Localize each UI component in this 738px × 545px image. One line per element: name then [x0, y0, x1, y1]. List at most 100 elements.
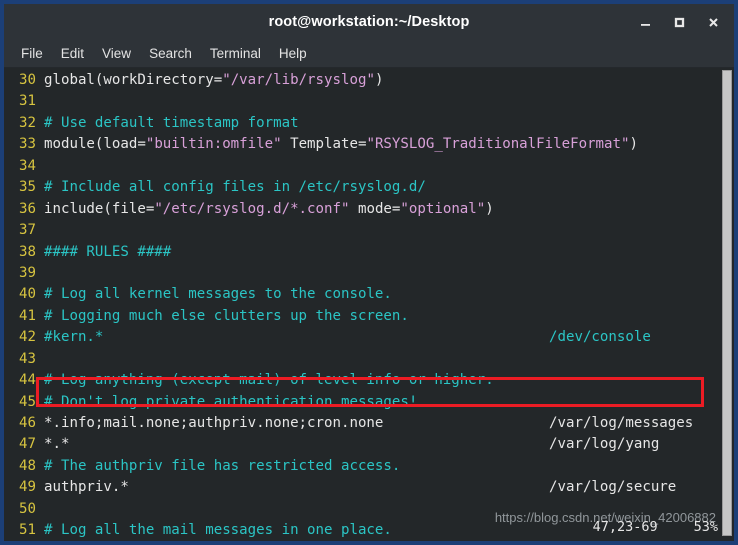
- line-content: # Logging much else clutters up the scre…: [44, 306, 720, 327]
- line-number: 31: [19, 93, 36, 110]
- code-token: authpriv.*: [44, 479, 129, 496]
- line-content: #### RULES ####: [44, 242, 720, 263]
- window-title: root@workstation:~/Desktop: [268, 14, 470, 30]
- line-number: 43: [19, 350, 36, 367]
- editor-line[interactable]: 32 # Use default timestamp format: [4, 113, 720, 134]
- line-content: # Log all kernel messages to the console…: [44, 284, 720, 305]
- editor-line[interactable]: 47 *.* /var/log/yang: [4, 434, 720, 455]
- line-number: 38: [19, 243, 36, 260]
- editor-line[interactable]: 40 # Log all kernel messages to the conso…: [4, 284, 720, 305]
- editor-line[interactable]: 41 # Logging much else clutters up the sc…: [4, 306, 720, 327]
- editor-line[interactable]: 38 #### RULES ####: [4, 242, 720, 263]
- terminal-window: root@workstation:~/Desktop File Edit View S…: [0, 0, 738, 545]
- line-number: 36: [19, 200, 36, 217]
- editor-line[interactable]: 36 include(file="/etc/rsyslog.d/*.conf" m…: [4, 199, 720, 220]
- line-content: # The authpriv file has restricted acces…: [44, 456, 720, 477]
- code-token: "/etc/rsyslog.d/*.conf": [154, 200, 350, 217]
- scroll-percent: 53%: [693, 519, 718, 535]
- code-token: # Logging much else clutters up the scre…: [44, 307, 409, 324]
- editor-line[interactable]: 35 # Include all config files in /etc/rsy…: [4, 177, 720, 198]
- code-token: "builtin:omfile": [145, 136, 282, 153]
- code-token: ): [629, 136, 639, 153]
- code-token: # Log anything (except mail) of level in…: [44, 372, 494, 389]
- line-number: 46: [19, 415, 36, 431]
- line-number: 44: [19, 372, 36, 389]
- menu-item-view[interactable]: View: [93, 43, 140, 64]
- close-button[interactable]: [698, 7, 728, 37]
- code-token: # The authpriv file has restricted acces…: [44, 457, 401, 474]
- line-content: # Use default timestamp format: [44, 113, 720, 134]
- code-token: #### RULES ####: [44, 243, 172, 260]
- line-number: 40: [19, 286, 36, 303]
- line-number: 35: [19, 179, 36, 196]
- code-token: # Log all the mail messages in one place…: [44, 522, 392, 539]
- terminal-body[interactable]: 30 global(workDirectory="/var/lib/rsyslog…: [4, 68, 734, 541]
- menu-item-search[interactable]: Search: [140, 43, 201, 64]
- editor-line[interactable]: 49 authpriv.* /var/log/secure: [4, 477, 720, 498]
- maximize-button[interactable]: [664, 7, 694, 37]
- line-content: #kern.* /dev/console: [44, 327, 720, 348]
- line-number: 39: [19, 264, 36, 281]
- editor-line[interactable]: 46 *.info;mail.none;authpriv.none;cron.no…: [4, 413, 720, 434]
- code-token: "/var/lib/rsyslog": [222, 72, 375, 88]
- line-content: # Include all config files in /etc/rsysl…: [44, 177, 720, 198]
- line-content: *.* /var/log/yang: [44, 434, 720, 455]
- line-content: # Log anything (except mail) of level in…: [44, 370, 720, 391]
- editor-line[interactable]: 30 global(workDirectory="/var/lib/rsyslog…: [4, 70, 720, 91]
- editor-line[interactable]: 31: [4, 91, 720, 112]
- log-destination: /var/log/yang: [549, 436, 660, 453]
- line-number: 51: [19, 522, 36, 539]
- code-token: mode=: [349, 200, 401, 217]
- line-number: 37: [19, 222, 36, 239]
- line-number: 49: [19, 479, 36, 496]
- line-number: 47: [19, 436, 36, 453]
- line-number: 34: [19, 157, 36, 174]
- code-token: include(file=: [44, 200, 155, 217]
- minimize-button[interactable]: [630, 7, 660, 37]
- cursor-position: 47,23-69: [592, 519, 658, 535]
- vertical-scrollbar[interactable]: [720, 68, 734, 541]
- scrollbar-thumb[interactable]: [722, 70, 732, 536]
- code-token: ): [374, 72, 384, 88]
- line-content: module(load="builtin:omfile" Template="R…: [44, 134, 720, 155]
- code-token: *.*: [44, 436, 70, 453]
- line-number: 50: [19, 500, 36, 517]
- log-destination: /dev/console: [549, 329, 651, 346]
- window-titlebar: root@workstation:~/Desktop: [4, 4, 734, 40]
- editor-line[interactable]: 39: [4, 263, 720, 284]
- editor-line[interactable]: 45 # Don't log private authentication mes…: [4, 392, 720, 413]
- code-token: *.info;mail.none;authpriv.none;cron.none: [44, 415, 384, 431]
- editor-line[interactable]: 33 module(load="builtin:omfile" Template=…: [4, 134, 720, 155]
- line-number: 33: [19, 136, 36, 153]
- line-number: 45: [19, 393, 36, 410]
- log-destination: /var/log/messages: [549, 415, 694, 431]
- editor-line[interactable]: 44 # Log anything (except mail) of level …: [4, 370, 720, 391]
- editor-line[interactable]: 42 #kern.* /dev/console: [4, 327, 720, 348]
- code-token: # Log all kernel messages to the console…: [44, 286, 392, 303]
- code-token: ): [485, 200, 494, 217]
- code-token: global(workDirectory=: [44, 72, 223, 88]
- line-content: *.info;mail.none;authpriv.none;cron.none…: [44, 413, 720, 434]
- editor-line[interactable]: 43: [4, 349, 720, 370]
- code-token: # Include all config files in /etc/rsysl…: [44, 179, 426, 196]
- editor-line[interactable]: 48 # The authpriv file has restricted acc…: [4, 456, 720, 477]
- editor-line[interactable]: 34: [4, 156, 720, 177]
- code-token: "optional": [400, 200, 486, 217]
- line-number: 30: [19, 72, 36, 88]
- editor-line[interactable]: 37: [4, 220, 720, 241]
- code-token: "RSYSLOG_TraditionalFileFormat": [366, 136, 630, 153]
- code-token: Template=: [281, 136, 367, 153]
- menubar: File Edit View Search Terminal Help: [4, 40, 734, 68]
- line-content: global(workDirectory="/var/lib/rsyslog"): [44, 70, 720, 91]
- code-token: #kern.*: [44, 329, 104, 346]
- menu-item-help[interactable]: Help: [270, 43, 316, 64]
- line-content: include(file="/etc/rsyslog.d/*.conf" mod…: [44, 199, 720, 220]
- menu-item-file[interactable]: File: [12, 43, 52, 64]
- menu-item-terminal[interactable]: Terminal: [201, 43, 270, 64]
- line-number: 41: [19, 307, 36, 324]
- code-token: # Use default timestamp format: [44, 114, 299, 131]
- line-number: 32: [19, 114, 36, 131]
- code-token: module(load=: [44, 136, 146, 153]
- menu-item-edit[interactable]: Edit: [52, 43, 93, 64]
- editor-text-area[interactable]: 30 global(workDirectory="/var/lib/rsyslog…: [4, 70, 720, 541]
